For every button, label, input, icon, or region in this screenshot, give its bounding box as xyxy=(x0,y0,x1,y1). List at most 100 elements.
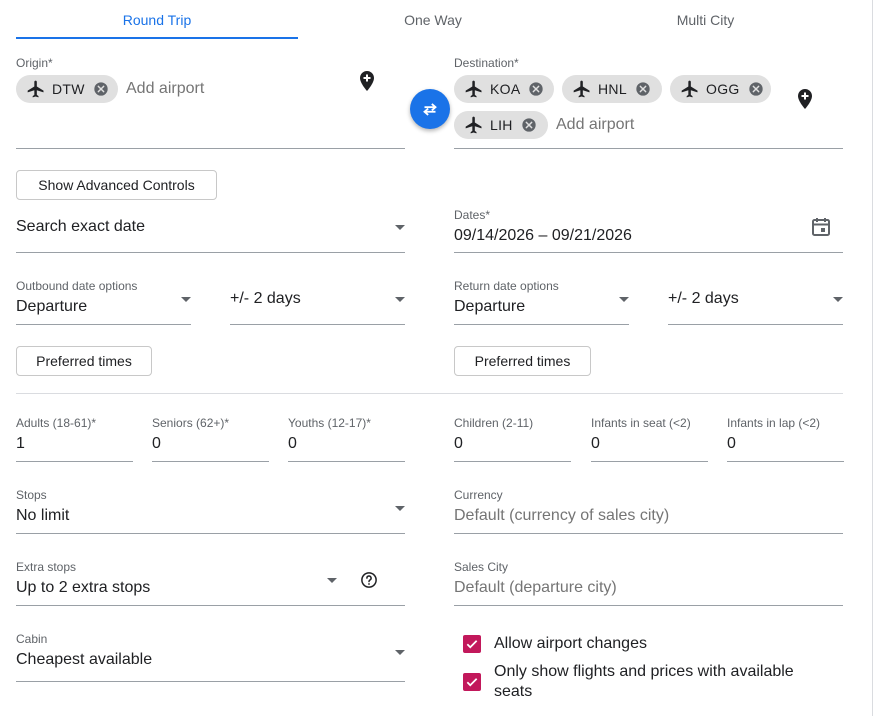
panel-right-border xyxy=(872,0,873,716)
show-advanced-controls-button[interactable]: Show Advanced Controls xyxy=(16,170,217,200)
outbound-type-select[interactable]: Departure xyxy=(16,298,87,316)
return-preferred-times-button[interactable]: Preferred times xyxy=(454,346,591,376)
origin-chip-dtw[interactable]: DTW xyxy=(16,75,118,103)
seniors-label: Seniors (62+)* xyxy=(152,416,230,430)
outbound-type-underline xyxy=(16,324,191,325)
seniors-underline xyxy=(152,461,269,462)
swap-button[interactable] xyxy=(410,89,450,129)
allow-airport-changes-label[interactable]: Allow airport changes xyxy=(494,634,647,654)
extra-stops-select[interactable]: Up to 2 extra stops xyxy=(16,579,150,597)
airplane-icon xyxy=(464,115,484,135)
add-location-icon[interactable] xyxy=(793,87,817,111)
adults-underline xyxy=(16,461,133,462)
currency-underline xyxy=(454,533,843,534)
extra-stops-label: Extra stops xyxy=(16,560,77,574)
outbound-options-label: Outbound date options xyxy=(16,279,138,293)
infants-lap-input[interactable]: 0 xyxy=(727,435,736,453)
calendar-icon[interactable] xyxy=(809,215,833,239)
return-type-underline xyxy=(454,324,629,325)
cabin-select[interactable]: Cheapest available xyxy=(16,651,152,669)
chevron-down-icon[interactable] xyxy=(395,297,405,302)
tab-multi-city[interactable]: Multi City xyxy=(568,0,843,39)
chevron-down-icon[interactable] xyxy=(395,650,405,655)
infants-seat-input[interactable]: 0 xyxy=(591,435,600,453)
airplane-icon xyxy=(680,79,700,99)
active-tab-indicator xyxy=(16,37,298,39)
currency-label: Currency xyxy=(454,488,503,502)
available-seats-checkbox[interactable] xyxy=(463,673,481,691)
cancel-circle-icon[interactable] xyxy=(521,117,537,133)
infants-seat-underline xyxy=(591,461,708,462)
youths-label: Youths (12-17)* xyxy=(288,416,371,430)
section-divider xyxy=(16,393,843,394)
airplane-icon xyxy=(26,79,46,99)
currency-input[interactable]: Default (currency of sales city) xyxy=(454,507,669,525)
help-circle-icon[interactable] xyxy=(360,571,378,589)
sales-city-label: Sales City xyxy=(454,560,509,574)
youths-input[interactable]: 0 xyxy=(288,435,297,453)
infants-seat-label: Infants in seat (<2) xyxy=(591,416,691,430)
chevron-down-icon[interactable] xyxy=(395,506,405,511)
swap-horiz-icon xyxy=(423,103,437,116)
destination-label: Destination* xyxy=(454,56,519,70)
chevron-down-icon[interactable] xyxy=(395,225,405,230)
outbound-flex-select[interactable]: +/- 2 days xyxy=(230,290,301,308)
destination-chip-koa[interactable]: KOA xyxy=(454,75,554,103)
chip-label: LIH xyxy=(490,117,513,133)
date-mode-underline xyxy=(16,252,405,253)
youths-underline xyxy=(288,461,405,462)
destination-underline xyxy=(454,148,843,149)
outbound-preferred-times-button[interactable]: Preferred times xyxy=(16,346,152,376)
cancel-circle-icon[interactable] xyxy=(93,81,109,97)
tab-one-way[interactable]: One Way xyxy=(298,0,568,39)
return-flex-select[interactable]: +/- 2 days xyxy=(668,290,739,308)
infants-lap-label: Infants in lap (<2) xyxy=(727,416,821,430)
tab-round-trip[interactable]: Round Trip xyxy=(16,0,298,39)
chip-label: KOA xyxy=(490,81,521,97)
chevron-down-icon[interactable] xyxy=(181,297,191,302)
destination-chip-ogg[interactable]: OGG xyxy=(670,75,771,103)
adults-label: Adults (18-61)* xyxy=(16,416,97,430)
adults-input[interactable]: 1 xyxy=(16,435,25,453)
return-flex-underline xyxy=(668,324,843,325)
add-location-icon[interactable] xyxy=(355,69,379,93)
destination-chip-hnl[interactable]: HNL xyxy=(562,75,662,103)
sales-city-input[interactable]: Default (departure city) xyxy=(454,579,617,597)
extra-stops-underline xyxy=(16,605,405,606)
children-underline xyxy=(454,461,571,462)
chevron-down-icon[interactable] xyxy=(327,578,337,583)
date-mode-select[interactable]: Search exact date xyxy=(16,218,145,236)
origin-underline xyxy=(16,148,405,149)
dates-label: Dates* xyxy=(454,208,491,222)
destination-input[interactable]: Add airport xyxy=(556,116,634,134)
airplane-icon xyxy=(572,79,592,99)
children-label: Children (2-11) xyxy=(454,416,534,430)
return-type-select[interactable]: Departure xyxy=(454,298,525,316)
airplane-icon xyxy=(464,79,484,99)
cabin-label: Cabin xyxy=(16,632,48,646)
allow-airport-changes-checkbox[interactable] xyxy=(463,635,481,653)
children-input[interactable]: 0 xyxy=(454,435,463,453)
outbound-flex-underline xyxy=(230,324,405,325)
cabin-underline xyxy=(16,681,405,682)
chevron-down-icon[interactable] xyxy=(619,297,629,302)
cancel-circle-icon[interactable] xyxy=(748,81,764,97)
chip-label: DTW xyxy=(52,81,85,97)
check-icon xyxy=(466,678,478,687)
stops-select[interactable]: No limit xyxy=(16,507,69,525)
cancel-circle-icon[interactable] xyxy=(635,81,651,97)
chip-label: OGG xyxy=(706,81,740,97)
seniors-input[interactable]: 0 xyxy=(152,435,161,453)
destination-chip-lih[interactable]: LIH xyxy=(454,111,548,139)
return-options-label: Return date options xyxy=(454,279,559,293)
chevron-down-icon[interactable] xyxy=(833,297,843,302)
available-seats-label[interactable]: Only show flights and prices with availa… xyxy=(494,662,814,702)
cancel-circle-icon[interactable] xyxy=(528,81,544,97)
stops-underline xyxy=(16,533,405,534)
infants-lap-underline xyxy=(727,461,844,462)
chip-label: HNL xyxy=(598,81,627,97)
dates-underline xyxy=(454,252,843,253)
dates-field[interactable]: 09/14/2026 – 09/21/2026 xyxy=(454,227,632,245)
origin-input[interactable]: Add airport xyxy=(126,80,204,98)
stops-label: Stops xyxy=(16,488,47,502)
